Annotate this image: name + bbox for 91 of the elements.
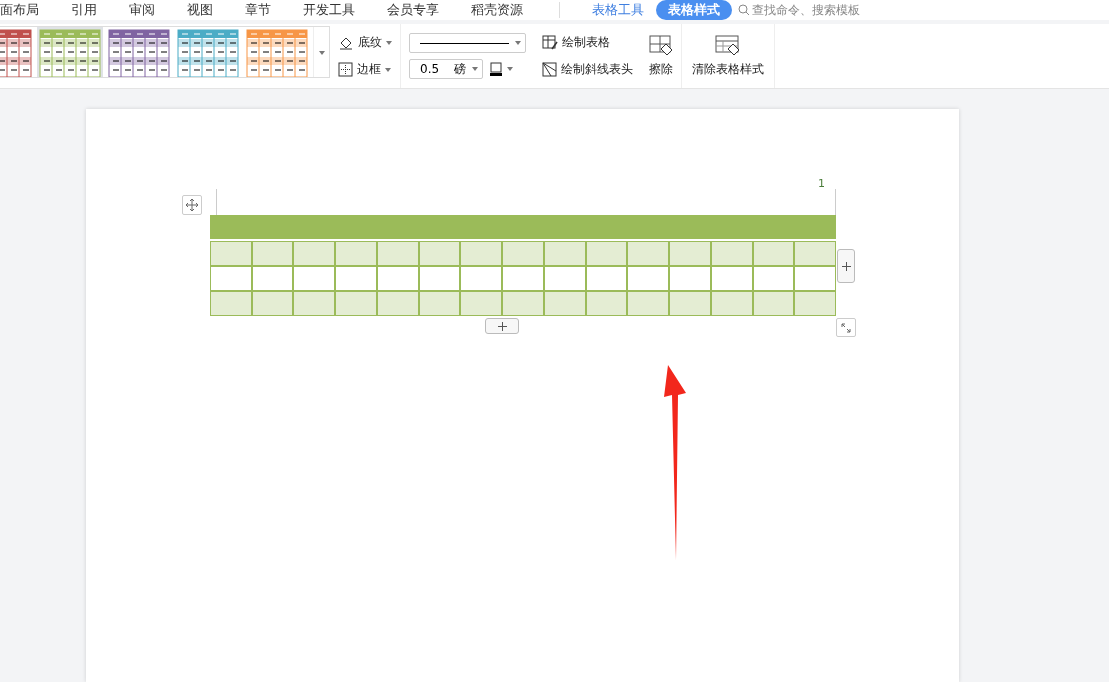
caret-icon bbox=[386, 40, 392, 45]
table-cell[interactable] bbox=[752, 241, 795, 266]
table-cell[interactable] bbox=[210, 241, 252, 266]
border-button[interactable]: 边框 bbox=[338, 59, 392, 80]
table-cell[interactable] bbox=[335, 266, 377, 291]
table-cell[interactable] bbox=[502, 291, 544, 316]
table-style-thumbnail[interactable] bbox=[37, 27, 103, 77]
clear-style-icon bbox=[715, 34, 741, 57]
table-cell[interactable] bbox=[418, 241, 461, 266]
move-table-handle[interactable] bbox=[182, 195, 202, 215]
table-cell[interactable] bbox=[710, 266, 753, 291]
page-number: 1 bbox=[818, 177, 825, 192]
table-cell[interactable] bbox=[585, 291, 628, 316]
menu-tab[interactable]: 引用 bbox=[71, 1, 113, 19]
table-cell[interactable] bbox=[752, 266, 795, 291]
table-cell[interactable] bbox=[794, 241, 836, 266]
pen-color-button[interactable] bbox=[489, 60, 513, 78]
table-cell[interactable] bbox=[543, 241, 586, 266]
table-cell[interactable] bbox=[710, 241, 753, 266]
table-cell[interactable] bbox=[376, 291, 419, 316]
table-style-thumbnail[interactable] bbox=[244, 27, 310, 77]
search-icon bbox=[738, 4, 750, 16]
caret-icon bbox=[472, 67, 478, 71]
menu-tab[interactable]: 章节 bbox=[245, 1, 287, 19]
table-cell[interactable] bbox=[376, 266, 419, 291]
table-cell[interactable] bbox=[543, 291, 586, 316]
plus-icon bbox=[841, 261, 851, 271]
table-cell[interactable] bbox=[627, 241, 670, 266]
table-cell[interactable] bbox=[460, 291, 503, 316]
table-cell[interactable] bbox=[669, 241, 711, 266]
table-cell[interactable] bbox=[543, 266, 586, 291]
menu-tab[interactable]: 视图 bbox=[187, 1, 229, 19]
menu-tab[interactable]: 稻壳资源 bbox=[471, 1, 539, 19]
table-cell[interactable] bbox=[335, 291, 377, 316]
line-style-dropdown[interactable] bbox=[409, 33, 526, 53]
draw-table-icon bbox=[542, 35, 558, 50]
table-cell[interactable] bbox=[210, 291, 252, 316]
eraser-icon bbox=[649, 34, 673, 57]
table-cell[interactable] bbox=[251, 241, 294, 266]
table-style-thumbnail[interactable] bbox=[175, 27, 241, 77]
caret-icon bbox=[515, 41, 521, 45]
table-cell[interactable] bbox=[210, 266, 252, 291]
line-width-dropdown[interactable]: 0.5 磅 bbox=[409, 59, 483, 79]
table-cell[interactable] bbox=[627, 291, 670, 316]
table-cell[interactable] bbox=[376, 241, 419, 266]
draw-diagonal-header-button[interactable]: 绘制斜线表头 bbox=[542, 59, 633, 80]
table-cell[interactable] bbox=[669, 266, 711, 291]
pen-color-icon bbox=[489, 62, 503, 76]
table-cell[interactable] bbox=[794, 291, 836, 316]
add-column-button[interactable] bbox=[837, 249, 855, 283]
menu-tab[interactable]: 面布局 bbox=[0, 1, 55, 19]
table-cell[interactable] bbox=[502, 266, 544, 291]
move-icon bbox=[185, 198, 199, 212]
table-cell[interactable] bbox=[335, 241, 377, 266]
clear-table-style-button[interactable]: 清除表格样式 bbox=[682, 24, 775, 88]
search-field[interactable]: 查找命令、搜索模板 bbox=[738, 1, 860, 19]
table-cell[interactable] bbox=[293, 266, 336, 291]
erase-button[interactable]: 擦除 bbox=[641, 24, 682, 88]
menu-tab[interactable]: 开发工具 bbox=[303, 1, 371, 19]
border-icon bbox=[338, 62, 353, 77]
shading-button[interactable]: 底纹 bbox=[338, 32, 392, 53]
draw-table-button[interactable]: 绘制表格 bbox=[542, 32, 633, 53]
table-cell[interactable] bbox=[293, 241, 336, 266]
table-cell[interactable] bbox=[710, 291, 753, 316]
table-cell[interactable] bbox=[460, 266, 503, 291]
table-cell[interactable] bbox=[418, 266, 461, 291]
table-cell[interactable] bbox=[794, 266, 836, 291]
table-cell[interactable] bbox=[627, 266, 670, 291]
plus-icon bbox=[497, 321, 507, 331]
table-cell[interactable] bbox=[585, 241, 628, 266]
caret-icon bbox=[385, 67, 391, 72]
table-cell[interactable] bbox=[293, 291, 336, 316]
menu-tab[interactable]: 审阅 bbox=[129, 1, 171, 19]
resize-handle[interactable] bbox=[836, 318, 856, 337]
menu-tab[interactable]: 会员专享 bbox=[387, 1, 455, 19]
table-cell[interactable] bbox=[752, 291, 795, 316]
add-row-button[interactable] bbox=[485, 318, 519, 334]
diagonal-header-icon bbox=[542, 62, 557, 77]
paint-bucket-icon bbox=[338, 35, 354, 50]
caret-icon bbox=[318, 50, 325, 55]
table-cell[interactable] bbox=[460, 241, 503, 266]
table-cell[interactable] bbox=[502, 241, 544, 266]
table-style-thumbnail[interactable] bbox=[106, 27, 172, 77]
ribbon-tab[interactable]: 表格工具 bbox=[580, 0, 656, 20]
table-cell[interactable] bbox=[418, 291, 461, 316]
resize-icon bbox=[840, 321, 852, 334]
table-cell[interactable] bbox=[585, 266, 628, 291]
caret-icon bbox=[507, 67, 513, 71]
table-cell[interactable] bbox=[669, 291, 711, 316]
table-cell[interactable] bbox=[251, 291, 294, 316]
table-cell[interactable] bbox=[251, 266, 294, 291]
